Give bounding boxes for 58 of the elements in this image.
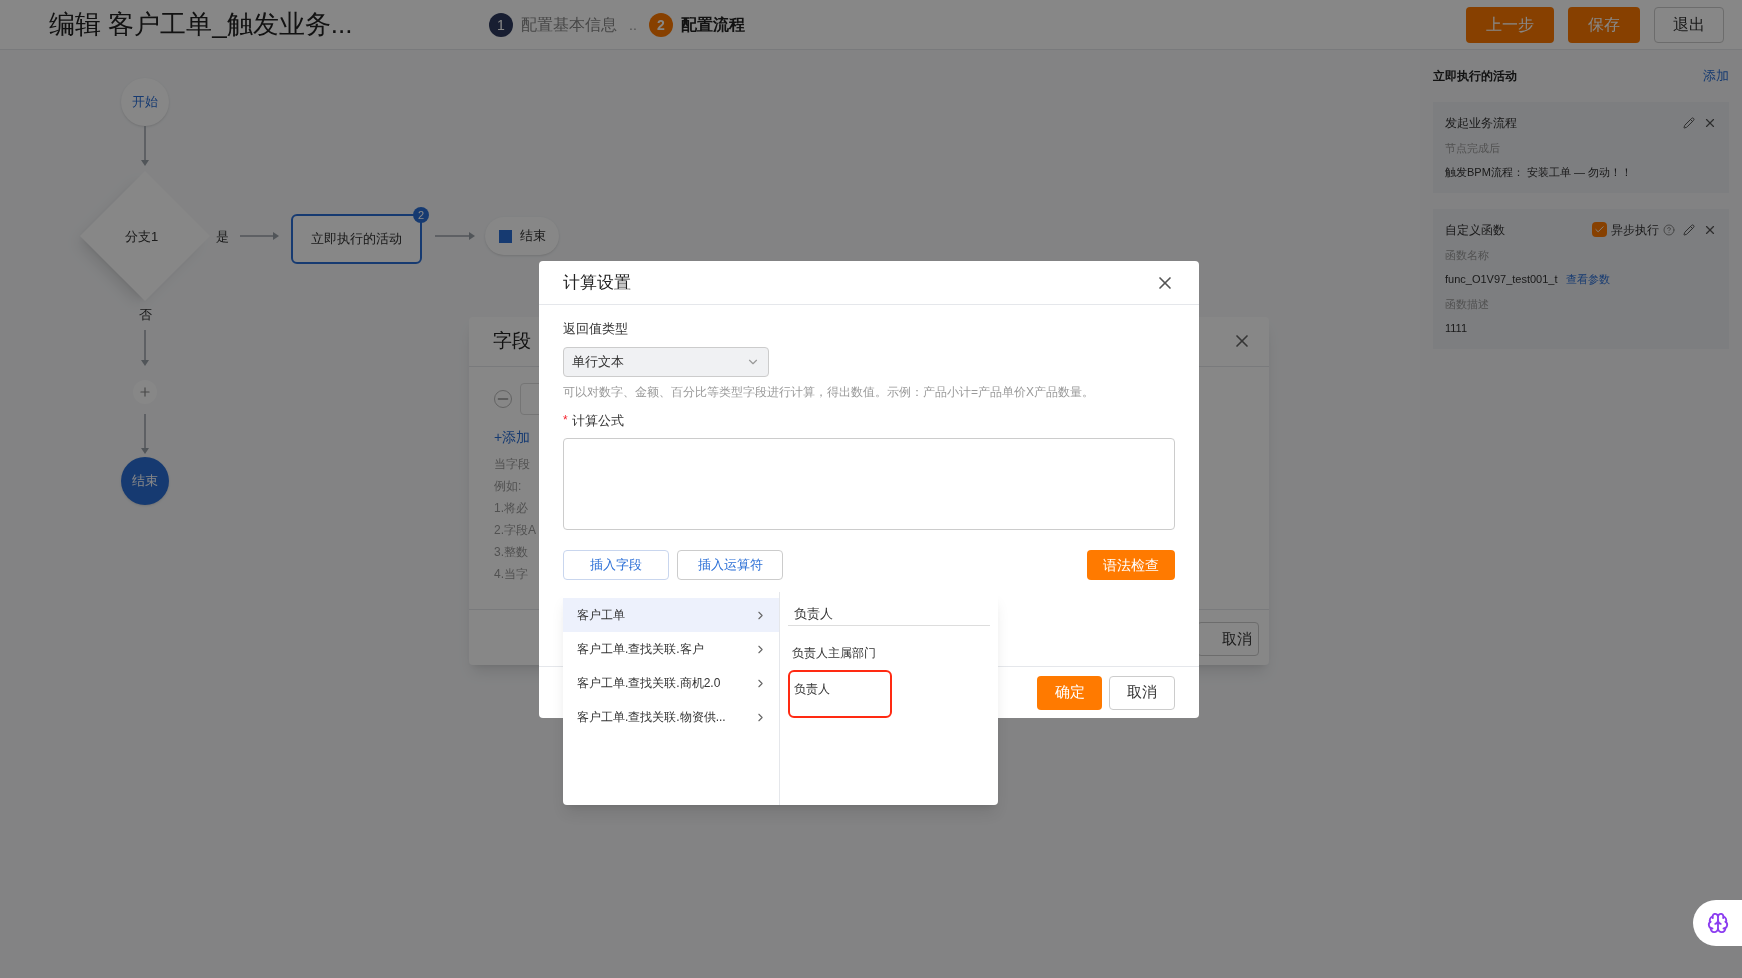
category-item[interactable]: 客户工单.查找关联.物资供... (563, 700, 779, 734)
help-icon[interactable] (1663, 223, 1675, 236)
cancel-button[interactable]: 取消 (1109, 675, 1175, 710)
field-label: 计算公式 (571, 411, 624, 430)
category-item[interactable]: 客户工单.查找关联.商机2.0 (563, 666, 779, 700)
yes-label: 是 (216, 228, 229, 246)
check-icon (1594, 224, 1605, 235)
end-node[interactable]: 结束 (485, 217, 559, 255)
connector-arrow (435, 231, 475, 241)
confirm-button[interactable]: 确定 (1037, 675, 1102, 710)
card-title: 发起业务流程 (1445, 114, 1517, 132)
connector-arrow (140, 414, 150, 454)
count-badge: 2 (413, 207, 429, 223)
add-link[interactable]: 添加 (1703, 66, 1729, 86)
step-tab[interactable]: 1 配置基本信息 (489, 12, 617, 37)
connector-arrow (140, 126, 150, 166)
connector-arrow (140, 330, 150, 366)
formula-input[interactable] (563, 438, 1175, 530)
required-mark: * (563, 412, 568, 430)
edit-icon[interactable] (1683, 116, 1695, 129)
category-item[interactable]: 客户工单 (563, 598, 779, 632)
card-title: 自定义函数 (1445, 221, 1505, 239)
page-title: 编辑 客户工单_触发业务... (49, 8, 354, 41)
field-label: 返回值类型 (563, 320, 629, 338)
connector-arrow (240, 231, 279, 241)
no-label: 否 (139, 306, 152, 324)
end-node[interactable]: 结束 (121, 457, 169, 505)
add-node-button[interactable] (133, 380, 157, 404)
search-field[interactable]: 负责人 (788, 602, 990, 626)
syntax-check-button[interactable]: 语法检查 (1087, 550, 1175, 580)
field-value: 1111 (1445, 321, 1468, 336)
field-value: 触发BPM流程： 安装工单 — 勿动！！ (1445, 165, 1632, 180)
category-item[interactable]: 客户工单.查找关联.客户 (563, 632, 779, 666)
field-option[interactable]: 负责人主属部门 (788, 636, 892, 670)
edit-icon[interactable] (1683, 223, 1695, 236)
plus-icon (138, 385, 152, 399)
panel-title: 立即执行的活动 (1433, 67, 1517, 85)
dialog-title: 字段 (493, 329, 531, 354)
stop-icon (498, 229, 512, 243)
field-value: func_O1V97_test001_t (1445, 272, 1558, 287)
cancel-button[interactable]: 取消 (1197, 622, 1259, 656)
insert-button[interactable]: 插入字段 (563, 550, 669, 580)
start-node[interactable]: 开始 (121, 78, 169, 126)
checkbox-label: 异步执行 (1611, 221, 1659, 239)
branch-label: 分支1 (125, 228, 159, 246)
step-separator: .. (629, 15, 637, 35)
end-label: 结束 (519, 227, 546, 246)
assistant-button[interactable] (1693, 900, 1742, 946)
step-tab[interactable]: 2 配置流程 (648, 12, 745, 37)
brain-icon (1706, 912, 1729, 934)
checkbox[interactable] (1592, 222, 1607, 237)
view-params-link[interactable]: 查看参数 (1565, 271, 1610, 288)
hint-text: 可以对数字、金额、百分比等类型字段进行计算，得出数值。示例：产品小计=产品单价X产品数量。 (563, 383, 1095, 401)
insert-button[interactable]: 插入运算符 (677, 550, 783, 580)
dialog-title: 计算设置 (563, 271, 631, 294)
type-select[interactable]: 单行文本 (563, 346, 769, 377)
header-button[interactable]: 退出 (1654, 6, 1724, 43)
field-option[interactable]: 负责人 (788, 670, 892, 718)
